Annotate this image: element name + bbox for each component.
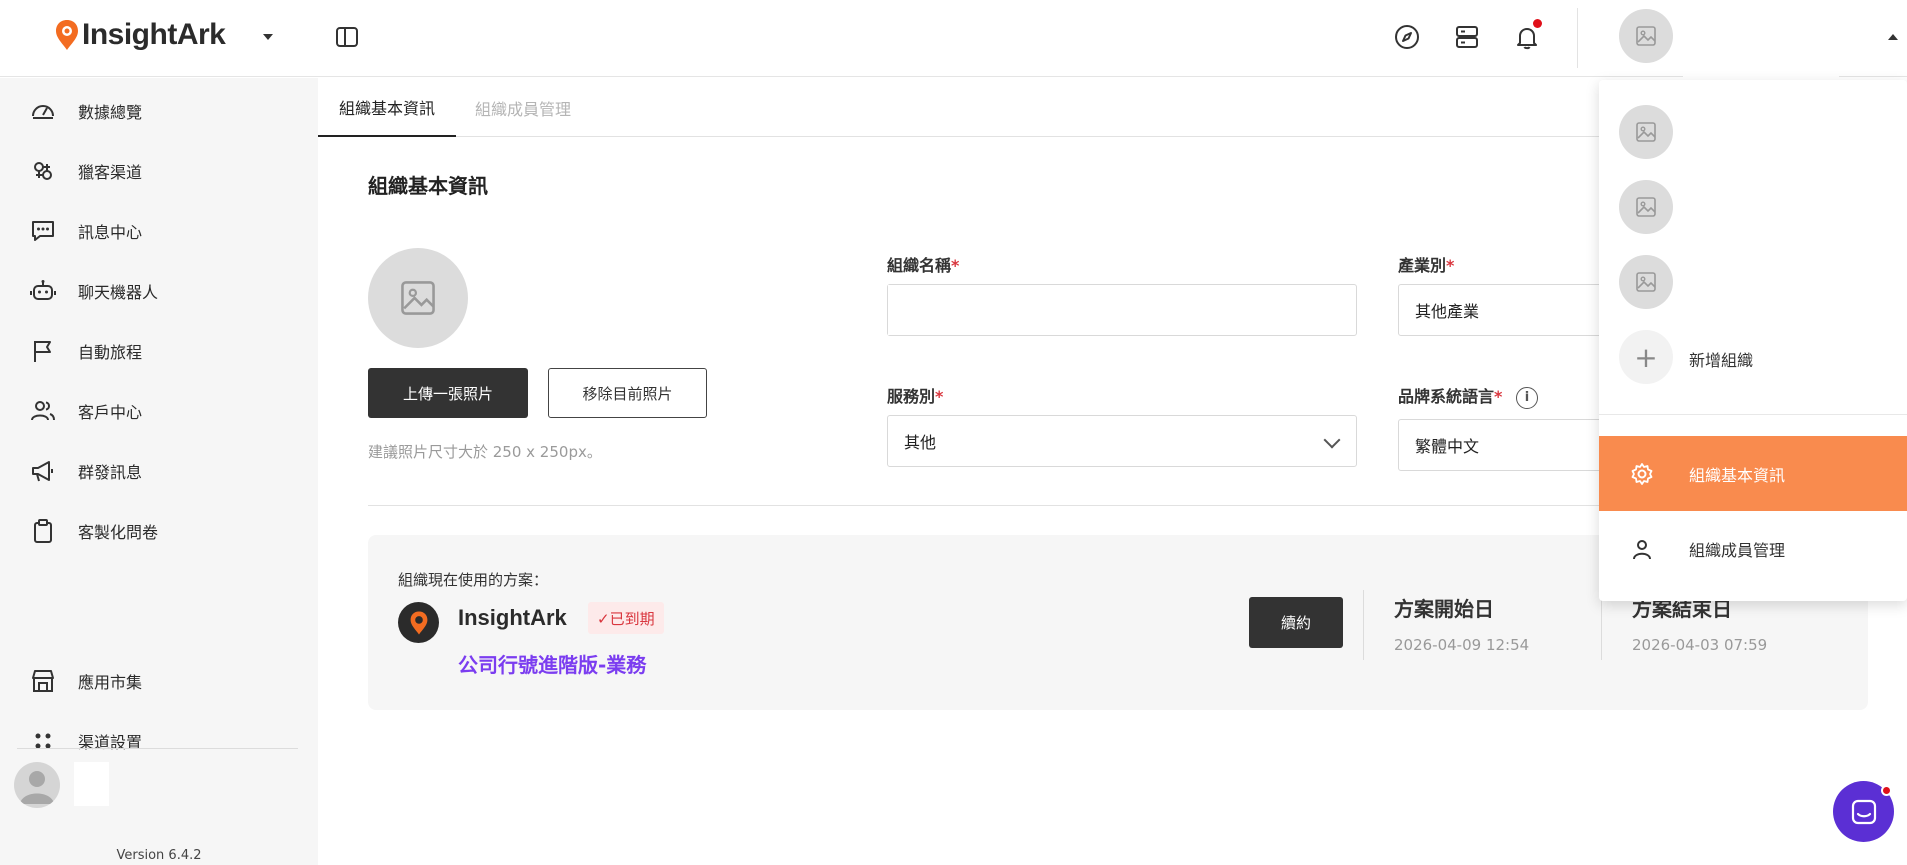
sidebar-item-channel-settings[interactable]: 渠道設置 [0, 717, 318, 765]
org-photo [368, 248, 468, 348]
info-icon[interactable]: i [1515, 386, 1538, 409]
channel-icon [30, 158, 56, 184]
header-divider [1577, 8, 1578, 68]
plus-icon[interactable]: + [1619, 330, 1673, 384]
user-icon [1629, 536, 1655, 562]
tab-org-info[interactable]: 組織基本資訊 [318, 78, 456, 137]
server-icon[interactable] [1451, 21, 1483, 53]
user-name-mask [74, 762, 109, 806]
image-placeholder-icon [1636, 197, 1656, 217]
sidebar-item-label: 訊息中心 [78, 223, 143, 242]
sidebar-item-customers[interactable]: 客戶中心 [0, 387, 318, 435]
service-select[interactable]: 其他 [887, 415, 1357, 467]
org-switch-dropdown: + 新增組織 組織基本資訊 組織成員管理 [1599, 80, 1907, 601]
tab-org-members[interactable]: 組織成員管理 [475, 78, 571, 137]
plan-divider [1363, 590, 1364, 660]
service-label: 服務別* [887, 387, 944, 406]
flag-icon [30, 338, 56, 364]
language-select[interactable]: 繁體中文 [1398, 419, 1608, 471]
user-avatar[interactable] [14, 762, 60, 808]
photo-size-hint: 建議照片尺寸大於 250 x 250px。 [368, 443, 602, 461]
brand-logo[interactable]: InsightArk [54, 18, 226, 52]
sidebar-item-label: 獵客渠道 [78, 163, 143, 182]
dropdown-divider [1599, 414, 1907, 415]
plan-end-date: 2026-04-03 07:59 [1632, 636, 1768, 654]
notification-badge [1533, 19, 1542, 28]
sidebar-item-survey[interactable]: 客製化問卷 [0, 507, 318, 555]
brand-mark-icon [54, 18, 80, 52]
plan-label: 組織現在使用的方案： [398, 571, 549, 589]
robot-icon [30, 278, 56, 304]
image-placeholder-icon [1636, 122, 1656, 142]
sidebar-divider [17, 748, 298, 749]
dropdown-item-label: 組織成員管理 [1689, 540, 1786, 560]
renew-button[interactable]: 續約 [1249, 597, 1343, 648]
sidebar-item-label: 數據總覽 [78, 103, 143, 122]
sidebar-item-messages[interactable]: 訊息中心 [0, 207, 318, 255]
sidebar-item-label: 客製化問卷 [78, 523, 159, 542]
sidebar-item-label: 渠道設置 [78, 733, 143, 752]
top-bar: InsightArk [0, 0, 1907, 78]
clipboard-icon [30, 518, 56, 544]
store-icon [30, 668, 56, 694]
plan-name: InsightArk [458, 605, 567, 630]
add-org-label[interactable]: 新增組織 [1689, 347, 1753, 371]
chat-icon [1851, 799, 1876, 824]
sidebar-item-chatbot[interactable]: 聊天機器人 [0, 267, 318, 315]
plan-start-date: 2026-04-09 12:54 [1394, 636, 1530, 654]
chat-notification-badge [1881, 785, 1892, 796]
version-label: Version 6.4.2 [116, 848, 202, 863]
chevron-down-icon [1323, 431, 1341, 449]
bell-icon[interactable] [1511, 19, 1543, 53]
account-name-mask [1683, 62, 1839, 78]
sidebar-toggle-icon[interactable] [331, 21, 363, 53]
org-name-mask [888, 285, 1060, 335]
industry-select[interactable]: 其他產業 [1398, 284, 1608, 336]
avatar-placeholder-icon[interactable] [1619, 9, 1673, 63]
remove-photo-button[interactable]: 移除目前照片 [548, 368, 707, 418]
gauge-icon [30, 98, 56, 124]
dropdown-item-label: 組織基本資訊 [1689, 465, 1786, 485]
image-placeholder-icon [1636, 272, 1656, 292]
dropdown-item-org-info[interactable]: 組織基本資訊 [1599, 436, 1907, 511]
org-option-avatar[interactable] [1619, 255, 1673, 309]
sidebar: 數據總覽 獵客渠道 訊息中心 聊天機器人 自動旅程 客戶中心 群發訊息 客製化問… [0, 78, 318, 865]
image-placeholder-icon [401, 281, 435, 315]
org-option-avatar[interactable] [1619, 180, 1673, 234]
users-icon [30, 398, 56, 424]
plan-start-title: 方案開始日 [1394, 597, 1494, 621]
sidebar-item-label: 群發訊息 [78, 463, 143, 482]
org-switch-caret-icon[interactable] [263, 34, 273, 40]
dropdown-item-org-members[interactable]: 組織成員管理 [1599, 511, 1907, 586]
org-option-avatar[interactable] [1619, 105, 1673, 159]
sidebar-item-app-store[interactable]: 應用市集 [0, 657, 318, 705]
message-icon [30, 218, 56, 244]
compass-icon[interactable] [1391, 21, 1423, 53]
sidebar-item-channels[interactable]: 獵客渠道 [0, 147, 318, 195]
sidebar-item-label: 聊天機器人 [78, 283, 159, 302]
upload-photo-button[interactable]: 上傳一張照片 [368, 368, 528, 418]
language-label: 品牌系統語言* i [1398, 383, 1538, 409]
chat-support-button[interactable] [1833, 781, 1894, 842]
industry-label: 產業別* [1398, 256, 1455, 275]
sidebar-item-label: 應用市集 [78, 673, 143, 692]
plan-logo-icon [398, 602, 439, 643]
sidebar-item-broadcast[interactable]: 群發訊息 [0, 447, 318, 495]
sidebar-item-journey[interactable]: 自動旅程 [0, 327, 318, 375]
sidebar-item-dashboard[interactable]: 數據總覽 [0, 87, 318, 135]
megaphone-icon [30, 458, 56, 484]
gear-icon [1629, 461, 1655, 487]
section-title: 組織基本資訊 [368, 174, 488, 198]
dots-icon [30, 728, 56, 754]
account-menu-caret-icon[interactable] [1888, 34, 1898, 40]
plan-tier: 公司行號進階版-業務 [458, 653, 647, 677]
sidebar-item-label: 自動旅程 [78, 343, 143, 362]
brand-name: InsightArk [82, 18, 226, 51]
org-name-label: 組織名稱* [887, 256, 960, 275]
status-badge: ✓已到期 [588, 602, 664, 634]
sidebar-item-label: 客戶中心 [78, 403, 143, 422]
